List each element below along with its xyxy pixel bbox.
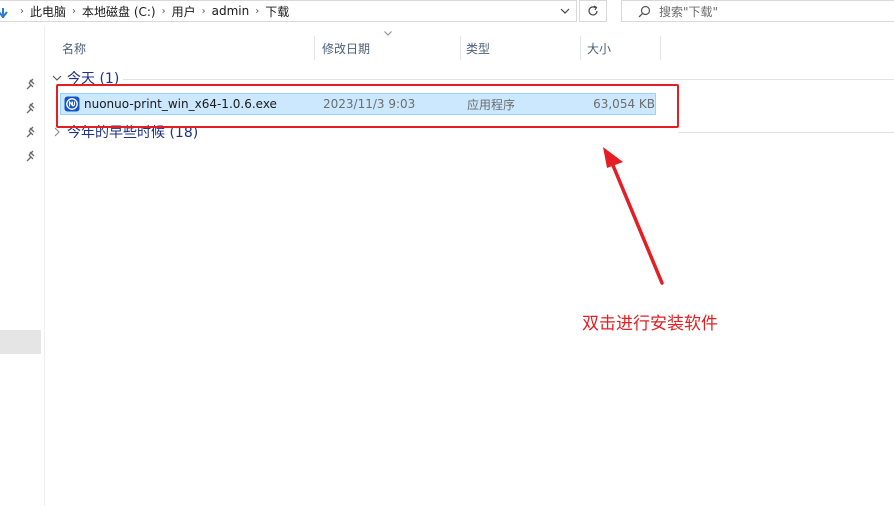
- breadcrumb-separator-icon[interactable]: ›: [202, 6, 206, 17]
- annotation-highlight-box: [56, 84, 679, 128]
- search-input[interactable]: 搜索"下载": [659, 3, 718, 20]
- refresh-icon: [588, 5, 598, 16]
- annotation-arrow-icon: [603, 147, 664, 285]
- column-header-name[interactable]: 名称: [62, 36, 312, 60]
- chevron-down-icon: [52, 75, 62, 81]
- search-icon: [638, 5, 651, 17]
- address-bar[interactable]: › 此电脑 › 本地磁盘 (C:) › 用户 › admin › 下载: [0, 0, 577, 22]
- refresh-button[interactable]: [579, 0, 607, 22]
- chevron-right-icon: [54, 127, 60, 137]
- breadcrumb-local-disk[interactable]: 本地磁盘 (C:): [82, 3, 156, 20]
- breadcrumb-separator-icon[interactable]: ›: [162, 6, 166, 17]
- column-divider[interactable]: [580, 36, 581, 60]
- search-box[interactable]: 搜索"下载": [621, 0, 894, 22]
- breadcrumb-users[interactable]: 用户: [172, 3, 196, 20]
- breadcrumb-admin[interactable]: admin: [212, 4, 250, 18]
- group-divider: [678, 132, 894, 133]
- breadcrumb-this-pc[interactable]: 此电脑: [30, 3, 66, 20]
- breadcrumb-separator-icon[interactable]: ›: [72, 6, 76, 17]
- pin-icon[interactable]: [26, 150, 38, 162]
- pin-icon[interactable]: [26, 78, 38, 90]
- chevron-down-icon: [560, 8, 570, 14]
- top-bar: › 此电脑 › 本地磁盘 (C:) › 用户 › admin › 下载 搜索"下…: [0, 0, 894, 26]
- column-header-modified[interactable]: 修改日期: [322, 36, 457, 60]
- annotation-text: 双击进行安装软件: [582, 314, 718, 334]
- navigation-pane: [0, 26, 45, 506]
- column-header-size[interactable]: 大小: [587, 36, 657, 60]
- column-divider[interactable]: [660, 36, 661, 60]
- breadcrumb-downloads[interactable]: 下载: [265, 3, 289, 20]
- column-divider[interactable]: [460, 36, 461, 60]
- up-arrow-icon[interactable]: [0, 4, 8, 18]
- column-header-type[interactable]: 类型: [466, 36, 576, 60]
- breadcrumb: › 此电脑 › 本地磁盘 (C:) › 用户 › admin › 下载: [14, 1, 289, 21]
- nav-item-selected[interactable]: [0, 330, 41, 354]
- pin-icon[interactable]: [26, 126, 38, 138]
- breadcrumb-separator-icon[interactable]: ›: [255, 6, 259, 17]
- column-divider[interactable]: [314, 36, 315, 60]
- breadcrumb-separator-icon[interactable]: ›: [20, 6, 24, 17]
- pin-icon[interactable]: [26, 102, 38, 114]
- group-divider: [123, 79, 894, 80]
- address-history-button[interactable]: [554, 1, 576, 21]
